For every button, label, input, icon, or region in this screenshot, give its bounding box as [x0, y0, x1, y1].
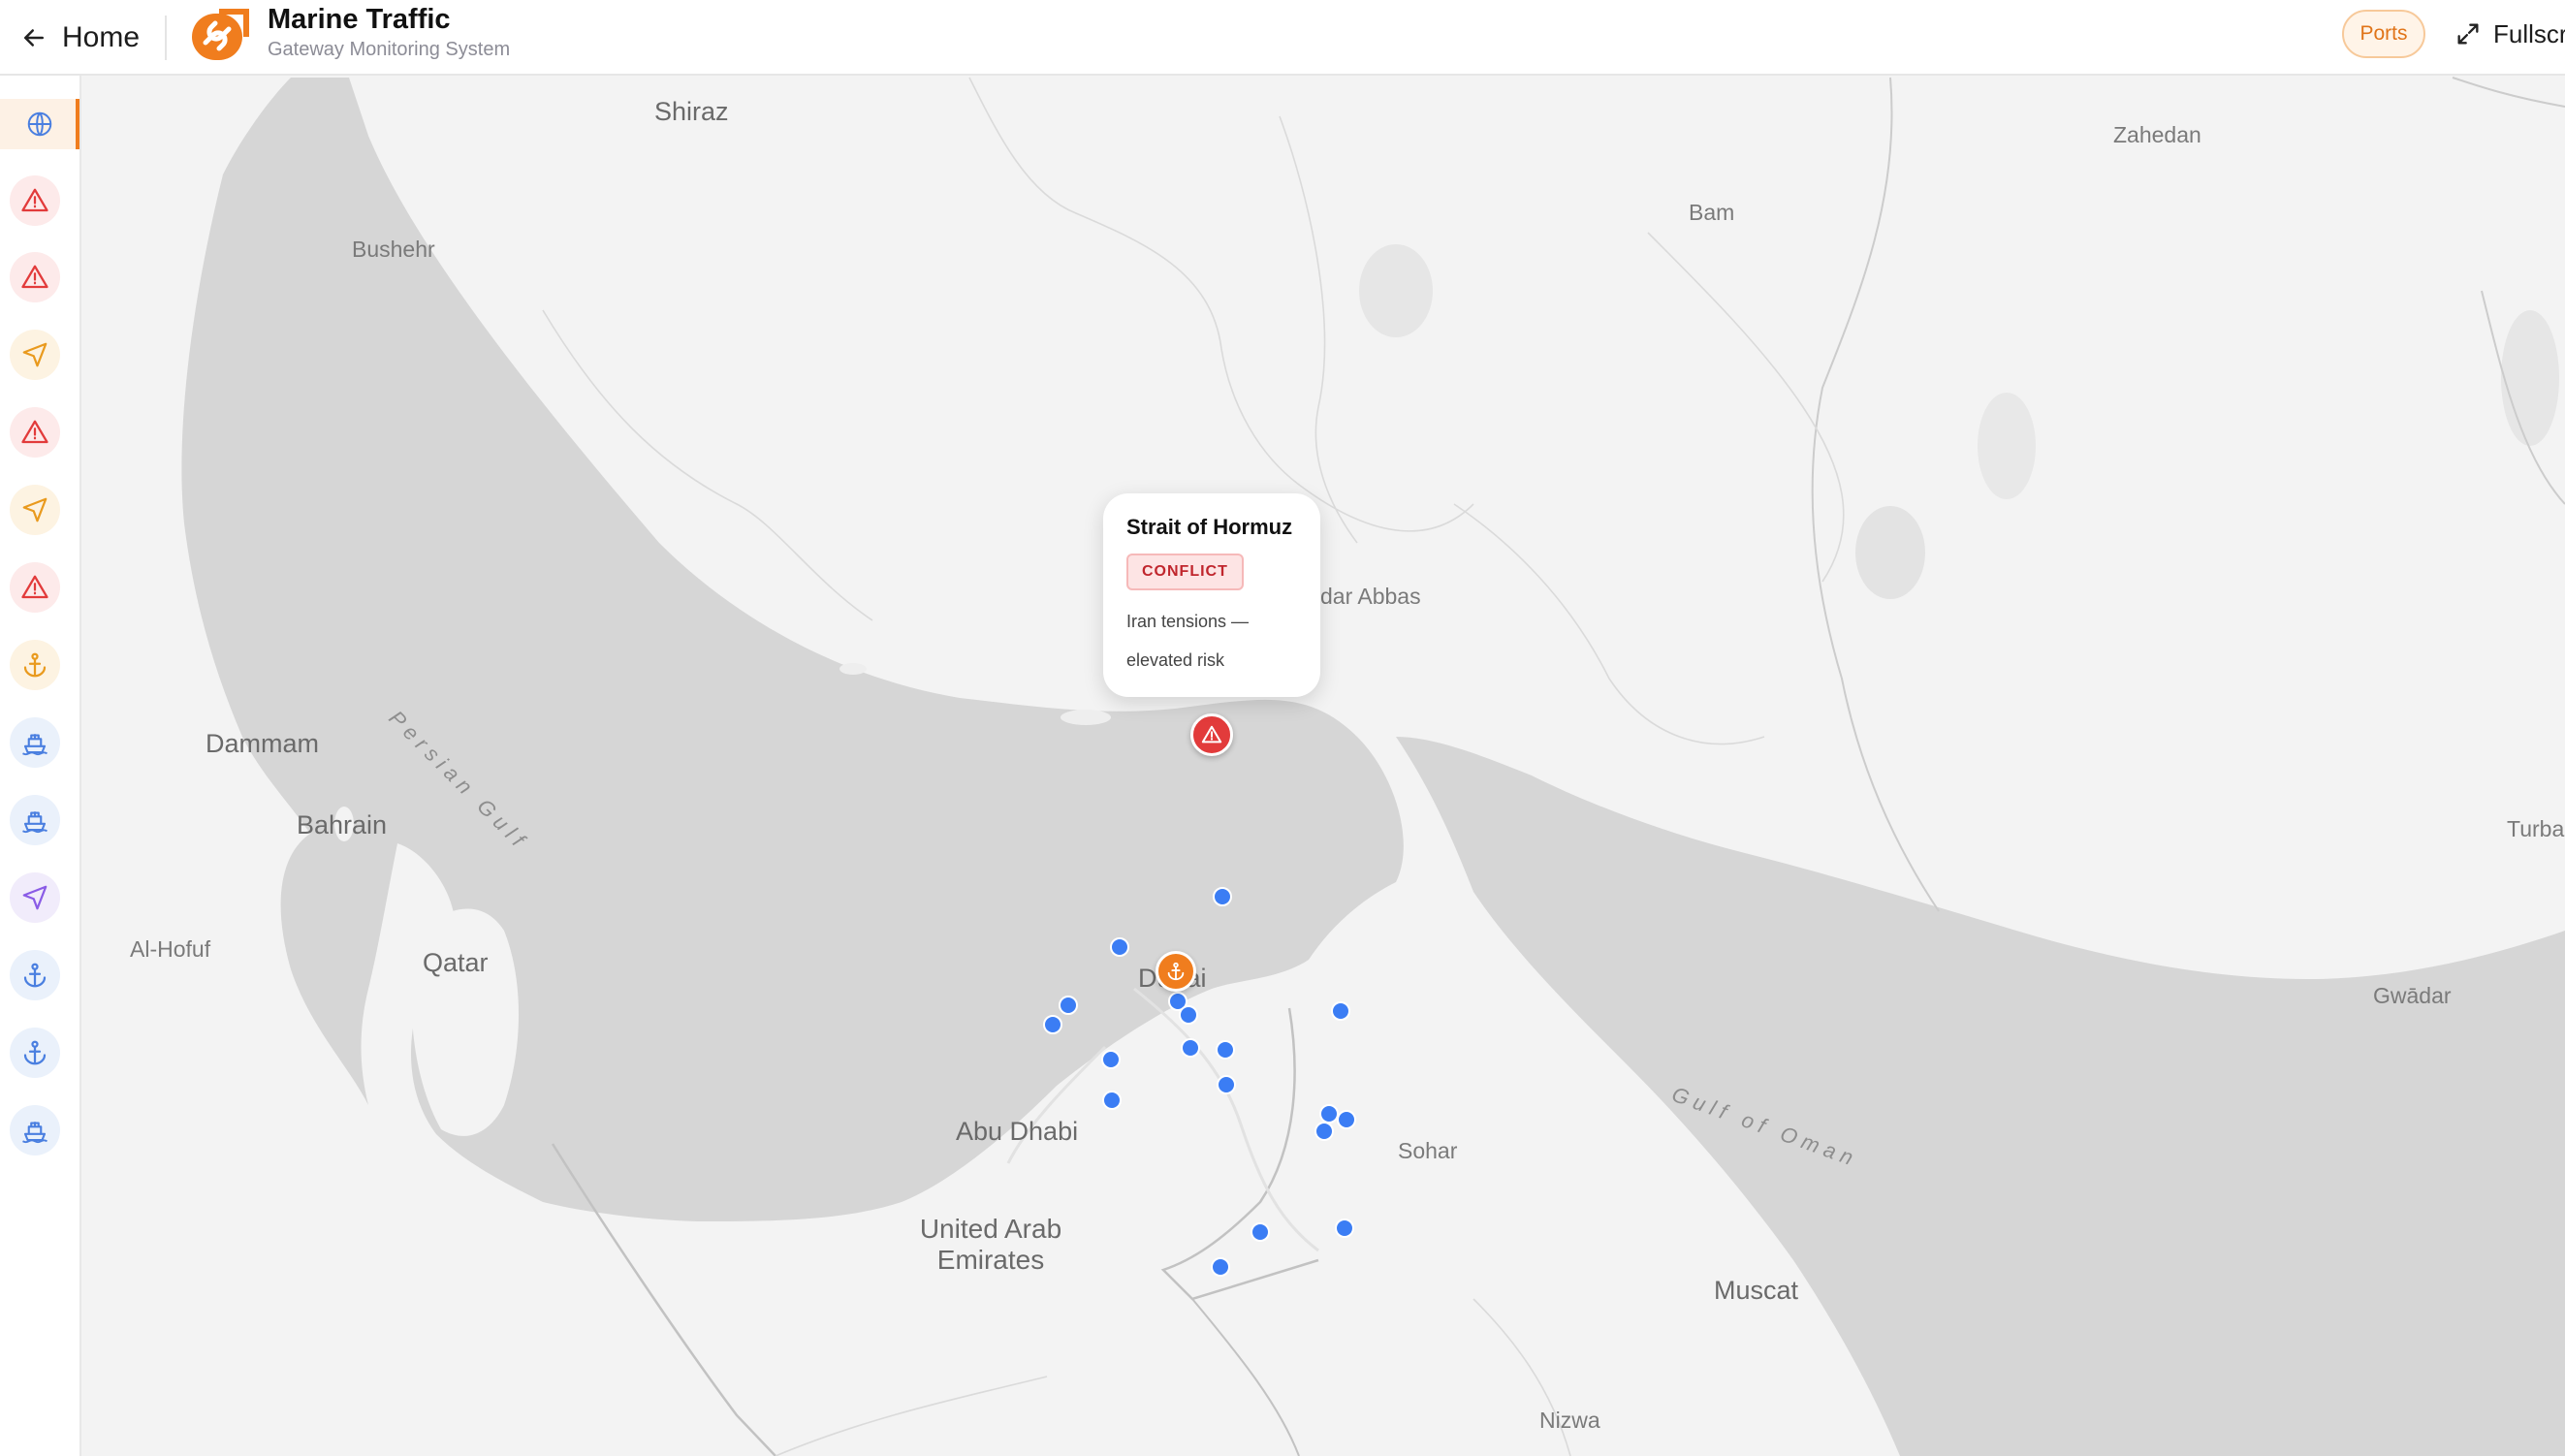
map-label-sohar: Sohar [1398, 1138, 1458, 1163]
map-label-bam: Bam [1689, 200, 1735, 225]
sidebar-item-navigation-2[interactable] [10, 485, 60, 535]
navigation-icon [22, 342, 48, 367]
vessel-marker[interactable] [1181, 1038, 1200, 1058]
vessel-marker[interactable] [1110, 937, 1129, 957]
active-indicator [76, 99, 79, 149]
vessel-marker[interactable] [1213, 887, 1232, 906]
vessel-marker[interactable] [1059, 996, 1078, 1015]
ship-icon [22, 734, 48, 756]
map-label-dammam: Dammam [206, 729, 320, 758]
expand-icon [2457, 23, 2479, 45]
port-marker-dubai[interactable] [1156, 951, 1196, 992]
sidebar-item-alert-1[interactable] [10, 175, 60, 226]
map-label-bandar-abbas: dar Abbas [1320, 584, 1421, 609]
alert-triangle-icon [21, 265, 48, 289]
map-label-qatar: Qatar [423, 948, 489, 977]
alert-triangle-icon [21, 420, 48, 444]
map-label-gwadar: Gwādar [2373, 983, 2452, 1008]
sidebar-item-ship-2[interactable] [10, 795, 60, 845]
map-label-abu-dhabi: Abu Dhabi [956, 1117, 1079, 1146]
vessel-marker[interactable] [1217, 1075, 1236, 1094]
fullscreen-label: Fullscreen [2493, 18, 2565, 48]
sidebar-item-anchor-3[interactable] [10, 1028, 60, 1078]
sidebar-item-anchor-1[interactable] [10, 640, 60, 690]
map-label-zahedan: Zahedan [2113, 122, 2201, 147]
alert-triangle-icon [21, 575, 48, 599]
alert-triangle-icon [1201, 725, 1222, 744]
popup-title: Strait of Hormuz [1126, 515, 1293, 539]
sidebar-item-ship-1[interactable] [10, 717, 60, 768]
vessel-marker[interactable] [1101, 1050, 1121, 1069]
vessel-marker[interactable] [1335, 1219, 1354, 1238]
anchor-icon [23, 652, 47, 678]
sidebar-item-ship-3[interactable] [10, 1105, 60, 1155]
vessel-marker[interactable] [1319, 1104, 1339, 1124]
anchor-icon [1167, 962, 1185, 981]
vessel-marker[interactable] [1216, 1040, 1235, 1060]
sidebar-item-globe[interactable] [0, 99, 79, 149]
vessel-marker[interactable] [1251, 1222, 1270, 1242]
ports-button[interactable]: Ports [2342, 10, 2425, 58]
vessel-marker[interactable] [1331, 1001, 1350, 1021]
vessel-marker[interactable] [1102, 1091, 1122, 1110]
map-label-bushehr: Bushehr [352, 237, 435, 262]
vessel-marker[interactable] [1043, 1015, 1062, 1034]
popup-description: Iran tensions — elevated risk [1126, 612, 1250, 670]
header-divider [165, 16, 167, 60]
sidebar [0, 76, 81, 1456]
globe-icon [27, 111, 52, 137]
sidebar-item-navigation-3[interactable] [10, 872, 60, 923]
map-label-turbat: Turba [2507, 816, 2565, 841]
home-label: Home [62, 21, 141, 53]
vessel-marker[interactable] [1179, 1005, 1198, 1025]
vessel-marker[interactable] [1337, 1110, 1356, 1129]
alert-triangle-icon [21, 188, 48, 212]
sidebar-item-navigation-1[interactable] [10, 330, 60, 380]
location-popup: Strait of Hormuz CONFLICT Iran tensions … [1103, 493, 1320, 697]
app-title: Marine Traffic [268, 4, 451, 35]
map-label-bahrain: Bahrain [297, 810, 388, 839]
fullscreen-button[interactable]: Fullscreen [2454, 14, 2565, 54]
navigation-icon [22, 885, 48, 910]
map-label-muscat: Muscat [1714, 1276, 1799, 1305]
vessel-marker[interactable] [1314, 1122, 1334, 1141]
sidebar-item-anchor-2[interactable] [10, 950, 60, 1000]
anchor-icon [23, 963, 47, 988]
map-label-al-hofuf: Al-Hofuf [130, 936, 211, 962]
ship-icon [22, 1122, 48, 1144]
map-label-uae: United Arab Emirates [919, 1214, 1062, 1275]
home-back-button[interactable]: Home [19, 14, 140, 62]
map-canvas[interactable]: Shiraz Zahedan Bam Bushehr Persian Gulf … [81, 76, 2565, 1456]
sidebar-item-alert-2[interactable] [10, 252, 60, 302]
app-logo-icon [192, 9, 249, 60]
app-subtitle: Gateway Monitoring System [268, 39, 511, 60]
ship-icon [22, 811, 48, 834]
anchor-icon [23, 1040, 47, 1065]
map-label-nizwa: Nizwa [1539, 1408, 1600, 1433]
vessel-marker[interactable] [1211, 1257, 1230, 1277]
navigation-icon [22, 497, 48, 522]
popup-status-badge: CONFLICT [1126, 554, 1244, 590]
map-label-shiraz: Shiraz [654, 97, 729, 126]
top-bar: Home Marine Traffic Gateway Monitoring S… [0, 0, 2565, 76]
arrow-left-icon [24, 29, 44, 47]
alert-marker-hormuz[interactable] [1190, 713, 1233, 756]
sidebar-item-alert-3[interactable] [10, 407, 60, 458]
sidebar-item-alert-4[interactable] [10, 562, 60, 613]
